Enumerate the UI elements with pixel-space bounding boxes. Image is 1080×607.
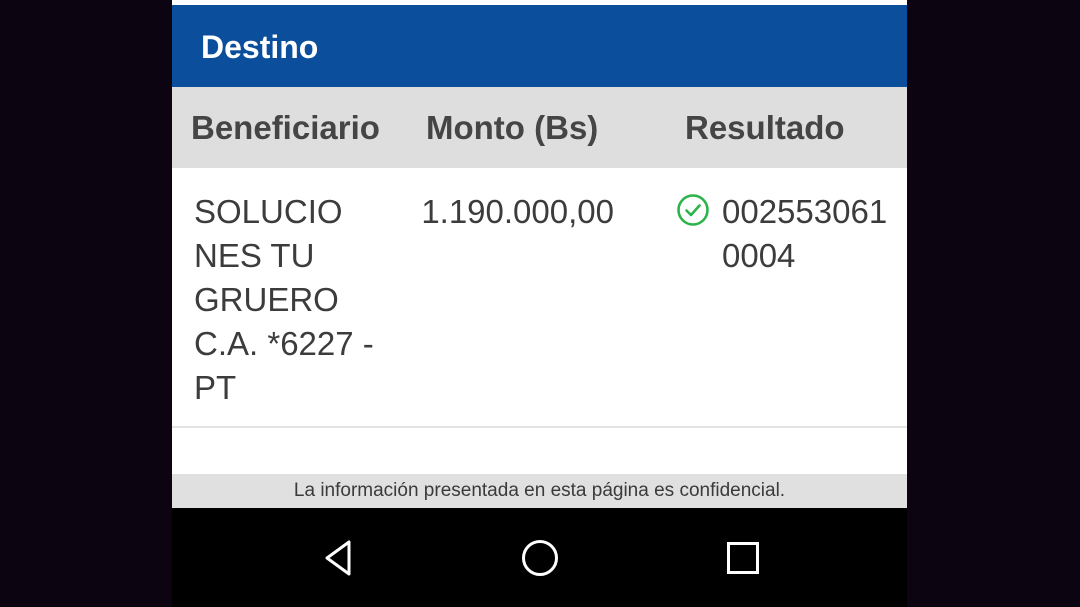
column-header-beneficiario: Beneficiario xyxy=(191,109,380,146)
column-header-monto: Monto (Bs) xyxy=(426,109,599,146)
page-title: Destino xyxy=(201,29,319,65)
row-divider xyxy=(172,426,907,428)
amount-value: 1.190.000,00 xyxy=(421,193,614,230)
android-navigation-bar xyxy=(172,508,907,607)
back-icon[interactable] xyxy=(317,536,361,580)
beneficiary-name: SOLUCIO NES TU GRUERO C.A. *6227 - PT xyxy=(194,193,374,406)
table-row: SOLUCIO NES TU GRUERO C.A. *6227 - PT 1.… xyxy=(172,168,907,426)
column-header-resultado: Resultado xyxy=(685,109,845,146)
result-reference: 0025530610004 xyxy=(722,193,888,274)
confidential-notice: La información presentada en esta página… xyxy=(172,474,907,508)
check-circle-icon xyxy=(677,194,709,226)
table-header: Beneficiario Monto (Bs) Resultado xyxy=(172,87,907,168)
app-screen: Destino Beneficiario Monto (Bs) Resultad… xyxy=(172,0,907,607)
recent-apps-icon[interactable] xyxy=(721,536,765,580)
section-header: Destino xyxy=(172,5,907,87)
home-icon[interactable] xyxy=(518,536,562,580)
